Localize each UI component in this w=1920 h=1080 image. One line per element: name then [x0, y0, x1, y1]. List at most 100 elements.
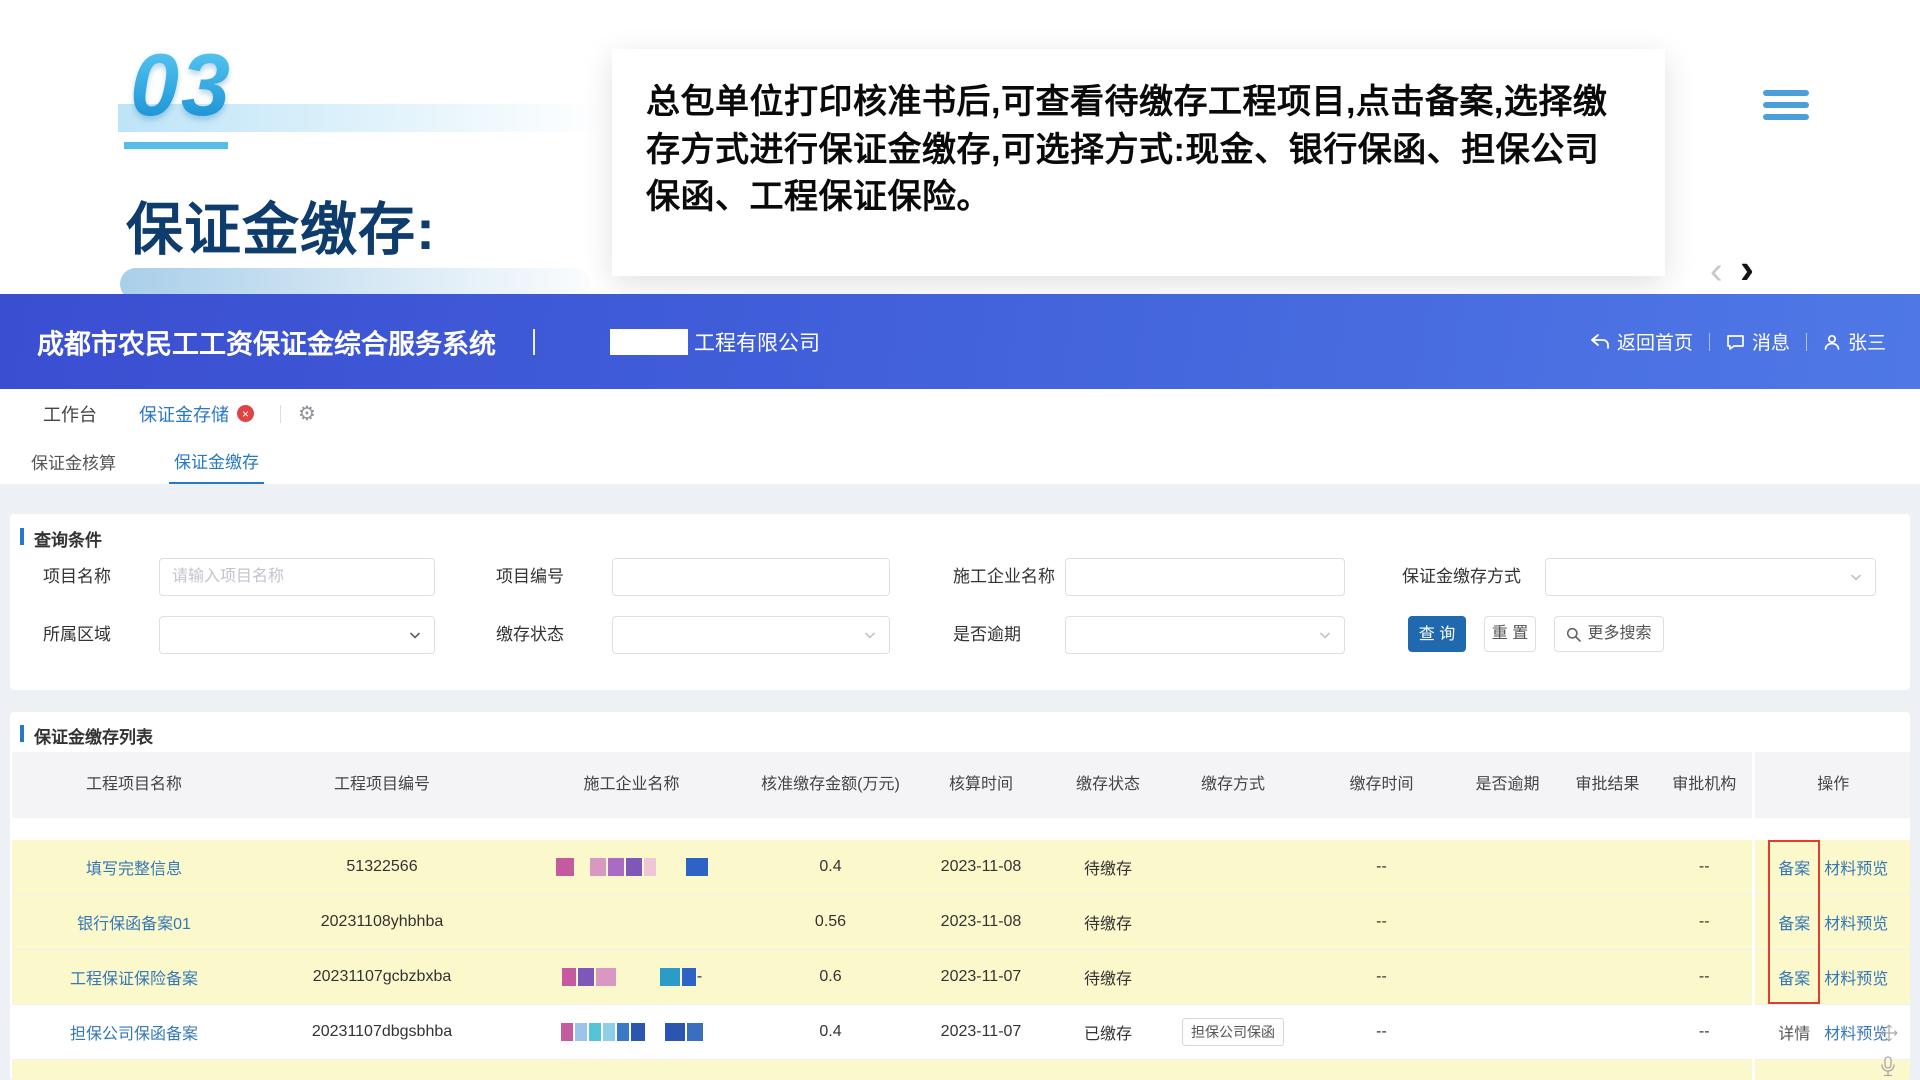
deposit-status-select[interactable]: [612, 616, 890, 654]
column-header: 缴存状态: [1057, 752, 1160, 818]
redacted-block: [626, 858, 642, 876]
deposit-status-label: 缴存状态: [496, 616, 564, 654]
overdue-label: 是否逾期: [953, 616, 1021, 654]
calc-date-cell: [906, 1060, 1057, 1080]
action-link[interactable]: 材料预览: [1824, 971, 1888, 988]
table-row: 担保公司保函备案20231107dbgsbhba0.42023-11-07已缴存…: [12, 1005, 1911, 1060]
action-link[interactable]: 材料预览: [1824, 916, 1888, 933]
prev-arrow-icon[interactable]: ‹: [1710, 252, 1723, 290]
deposit-method-select[interactable]: [1545, 558, 1876, 596]
return-home-label: 返回首页: [1617, 328, 1693, 355]
microphone-icon[interactable]: [1880, 1056, 1896, 1080]
company-name-input[interactable]: [1065, 558, 1345, 596]
tab-deposit-storage[interactable]: 保证金存储 ×: [139, 401, 254, 427]
chevron-down-icon: [863, 628, 877, 642]
redacted-block: [562, 968, 576, 986]
overdue-select[interactable]: [1065, 616, 1345, 654]
approval-result-cell: [1559, 895, 1657, 950]
gear-icon[interactable]: ⚙: [298, 401, 316, 426]
deposit-method-cell: [1160, 1060, 1307, 1080]
table-body: 填写完整信息513225660.42023-11-08待缴存----备案材料预览…: [12, 818, 1911, 1080]
action-button[interactable]: 详情: [1778, 1026, 1810, 1043]
project-code-cell: [257, 1060, 508, 1080]
project-code-label: 项目编号: [496, 558, 564, 596]
column-header: 缴存方式: [1160, 752, 1307, 818]
project-link[interactable]: 银行保函备案01: [77, 916, 191, 933]
region-select[interactable]: [159, 616, 435, 654]
column-header: 操作: [1754, 752, 1911, 818]
messages-button[interactable]: 消息: [1726, 328, 1790, 355]
redacted-block: [556, 858, 574, 876]
action-link[interactable]: 备案: [1778, 971, 1810, 988]
redacted-block: [575, 1023, 587, 1041]
company-cell: -: [508, 950, 756, 1005]
tab-deposit-storage-label: 保证金存储: [139, 401, 229, 427]
drag-handle-icon[interactable]: [1880, 1024, 1898, 1047]
column-header: 工程项目名称: [12, 752, 257, 818]
search-button[interactable]: 查 询: [1408, 616, 1466, 652]
deposit-method-label: 保证金缴存方式: [1402, 558, 1521, 596]
query-panel: 查询条件 项目名称 项目编号 施工企业名称 保证金缴存方式 所属区域 缴存状态 …: [10, 514, 1910, 690]
redacted-gap: [575, 858, 589, 876]
amount-cell: 0.6: [756, 950, 906, 1005]
project-name-input[interactable]: [159, 558, 435, 596]
overdue-cell: [1457, 1060, 1559, 1080]
column-header: 是否逾期: [1457, 752, 1559, 818]
redacted-block: [665, 1023, 685, 1041]
redacted-block: [590, 858, 606, 876]
project-code-cell: 51322566: [257, 840, 508, 895]
company-cell: [508, 840, 756, 895]
action-link[interactable]: 材料预览: [1824, 861, 1888, 878]
message-icon: [1726, 333, 1745, 351]
redacted-block: [682, 968, 696, 986]
column-header: 核准缴存金额(万元): [756, 752, 906, 818]
app-header: 成都市农民工工资保证金综合服务系统 工程有限公司 返回首页 消息 张三: [0, 294, 1920, 389]
calc-date-cell: 2023-11-08: [906, 840, 1057, 895]
reset-button[interactable]: 重 置: [1484, 616, 1536, 652]
action-link[interactable]: 备案: [1778, 861, 1810, 878]
redacted-block: [617, 1023, 629, 1041]
tab-close-icon[interactable]: ×: [237, 405, 254, 422]
header-divider: [533, 329, 535, 355]
approval-result-cell: [1559, 840, 1657, 895]
project-link[interactable]: 工程保证保险备案: [70, 971, 198, 988]
pay-time-cell: --: [1307, 950, 1457, 1005]
redacted-block: [686, 858, 708, 876]
return-home-button[interactable]: 返回首页: [1590, 328, 1693, 355]
company-text-fragment: -: [697, 968, 702, 985]
description-text: 总包单位打印核准书后,可查看待缴存工程项目,点击备案,选择缴存方式进行保证金缴存…: [646, 79, 1631, 222]
action-link[interactable]: 材料预览: [1824, 1026, 1888, 1043]
user-icon: [1823, 333, 1841, 351]
approval-agency-cell: --: [1657, 1005, 1754, 1060]
redacted-gap: [617, 968, 659, 986]
project-name-cell: 工程保证保险备案: [12, 950, 257, 1005]
project-link[interactable]: 填写完整信息: [86, 861, 182, 878]
overdue-cell: [1457, 840, 1559, 895]
project-code-cell: 20231108yhbhba: [257, 895, 508, 950]
tab-workbench[interactable]: 工作台: [43, 401, 97, 427]
status-cell: 待缴存: [1057, 950, 1160, 1005]
project-link[interactable]: 担保公司保函备案: [70, 1026, 198, 1043]
subtab-deposit-payment[interactable]: 保证金缴存: [169, 438, 264, 484]
redacted-block: [596, 968, 616, 986]
more-search-button[interactable]: 更多搜索: [1554, 616, 1664, 652]
next-arrow-icon[interactable]: ›: [1740, 248, 1754, 290]
project-code-input[interactable]: [612, 558, 890, 596]
action-link[interactable]: 备案: [1778, 916, 1810, 933]
column-header: 审批结果: [1559, 752, 1657, 818]
project-name-cell: 填写完整信息: [12, 840, 257, 895]
status-cell: 待缴存: [1057, 840, 1160, 895]
messages-label: 消息: [1752, 328, 1790, 355]
subtab-deposit-accounting[interactable]: 保证金核算: [26, 438, 121, 484]
redacted-block: [660, 968, 680, 986]
column-header: 审批机构: [1657, 752, 1754, 818]
redacted-block: [578, 968, 594, 986]
redacted-block: [608, 858, 624, 876]
hamburger-menu-icon[interactable]: [1763, 90, 1809, 126]
overdue-cell: [1457, 895, 1559, 950]
app-screenshot: 成都市农民工工资保证金综合服务系统 工程有限公司 返回首页 消息 张三: [0, 294, 1920, 1080]
user-menu[interactable]: 张三: [1823, 328, 1886, 355]
table-header-row: 工程项目名称工程项目编号施工企业名称核准缴存金额(万元)核算时间缴存状态缴存方式…: [12, 752, 1911, 818]
back-arrow-icon: [1590, 333, 1610, 351]
spacer-cell: [12, 818, 1911, 840]
